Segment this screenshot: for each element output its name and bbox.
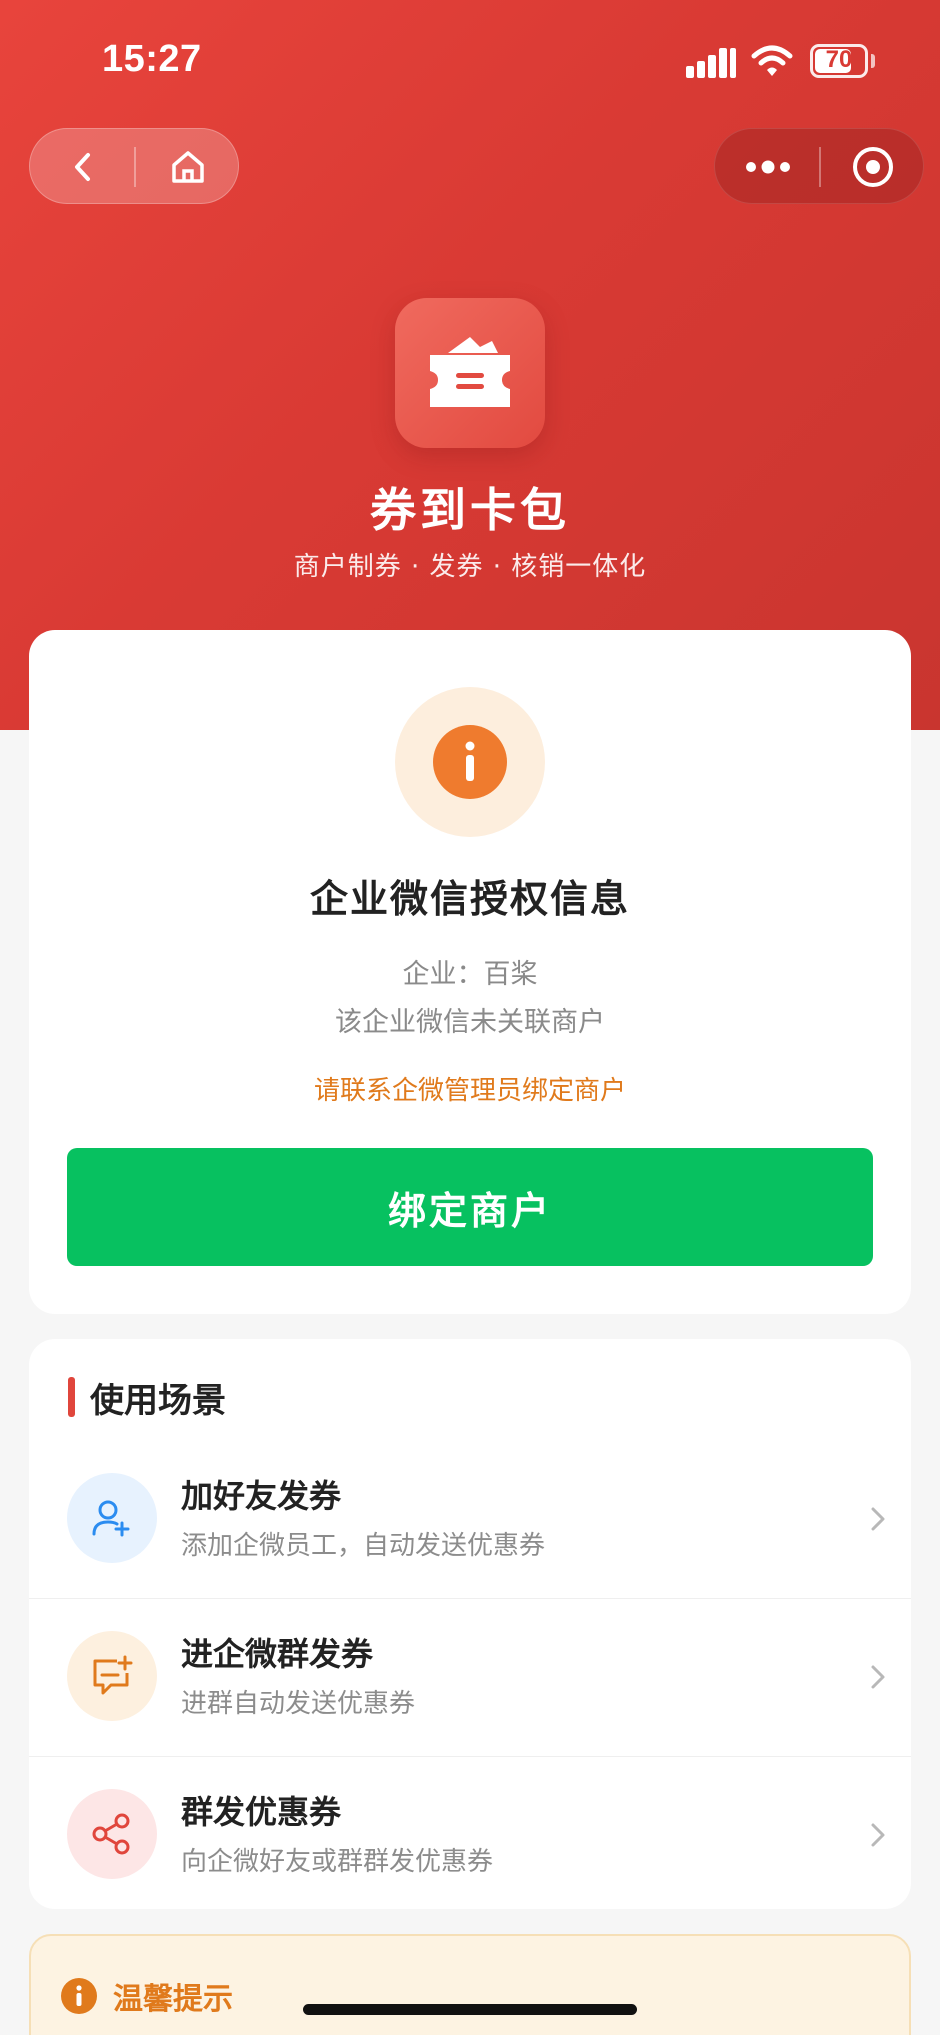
coupon-wallet-icon: [430, 337, 510, 407]
chevron-right-icon: [871, 1665, 885, 1689]
section-title: 使用场景: [90, 1381, 226, 1421]
auth-status: 该企业微信未关联商户: [335, 1007, 605, 1038]
wifi-icon: [751, 45, 793, 76]
battery-tip: [871, 54, 875, 68]
capsule-close-icon: [852, 147, 893, 187]
scene-desc: 向企微好友或群群发优惠券: [181, 1847, 494, 1877]
chevron-right-icon: [871, 1507, 885, 1531]
home-indicator[interactable]: [303, 2004, 637, 2015]
scene-item-group-join[interactable]: 进企微群发券 进群自动发送优惠券: [29, 1599, 911, 1756]
back-icon: [74, 153, 90, 181]
battery-level: 70: [825, 46, 853, 73]
battery-icon: 70: [810, 44, 868, 78]
scene-icon-wrap: [67, 1631, 157, 1721]
auth-title: 企业微信授权信息: [309, 877, 630, 921]
scene-desc: 添加企微员工，自动发送优惠券: [181, 1531, 546, 1561]
status-time: 15:27: [102, 38, 202, 80]
back-button[interactable]: [30, 129, 135, 205]
app-logo: [395, 298, 545, 448]
tips-card: 温馨提示: [29, 1934, 911, 2035]
scene-desc: 进群自动发送优惠券: [181, 1689, 416, 1719]
scene-title: 加好友发券: [181, 1477, 342, 1515]
nav-capsule-left: [29, 128, 239, 204]
bind-merchant-button[interactable]: 绑定商户: [67, 1148, 873, 1266]
info-badge: [395, 687, 545, 837]
scene-title: 进企微群发券: [181, 1635, 374, 1673]
section-accent-bar: [68, 1377, 75, 1417]
app-title: 券到卡包: [370, 483, 570, 537]
scene-item-add-friend[interactable]: 加好友发券 添加企微员工，自动发送优惠券: [29, 1441, 911, 1598]
close-miniprogram-button[interactable]: [820, 129, 925, 205]
group-chat-add-icon: [93, 1655, 133, 1695]
nav-capsule-right: [714, 128, 924, 204]
tips-title: 温馨提示: [113, 1982, 233, 2017]
more-button[interactable]: [715, 129, 820, 205]
status-bar: 15:27 70: [0, 0, 940, 120]
scene-item-mass-send[interactable]: 群发优惠券 向企微好友或群群发优惠券: [29, 1757, 911, 1914]
hero-banner: 15:27 70 券到卡包 商户制券 · 发券 · 核销一体化: [0, 0, 940, 730]
chevron-right-icon: [871, 1823, 885, 1847]
home-icon: [171, 151, 204, 183]
tips-info-icon: [61, 1978, 97, 2014]
home-button[interactable]: [135, 129, 240, 205]
add-friend-icon: [92, 1500, 130, 1537]
signal-icon: [686, 46, 736, 78]
auth-company: 企业：百桨: [402, 959, 538, 990]
more-icon: [745, 160, 790, 174]
auth-info-card: 企业微信授权信息 企业：百桨 该企业微信未关联商户 请联系企微管理员绑定商户 绑…: [29, 630, 911, 1314]
scene-icon-wrap: [67, 1473, 157, 1563]
scene-icon-wrap: [67, 1789, 157, 1879]
auth-hint: 请联系企微管理员绑定商户: [313, 1076, 626, 1106]
usage-scenes-card: 使用场景 加好友发券 添加企微员工，自动发送优惠券 进企微群发券 进群自动发送优…: [29, 1339, 911, 1909]
scene-title: 群发优惠券: [181, 1793, 342, 1831]
app-tagline: 商户制券 · 发券 · 核销一体化: [293, 552, 647, 582]
share-icon: [92, 1813, 130, 1855]
info-icon: [433, 725, 507, 799]
